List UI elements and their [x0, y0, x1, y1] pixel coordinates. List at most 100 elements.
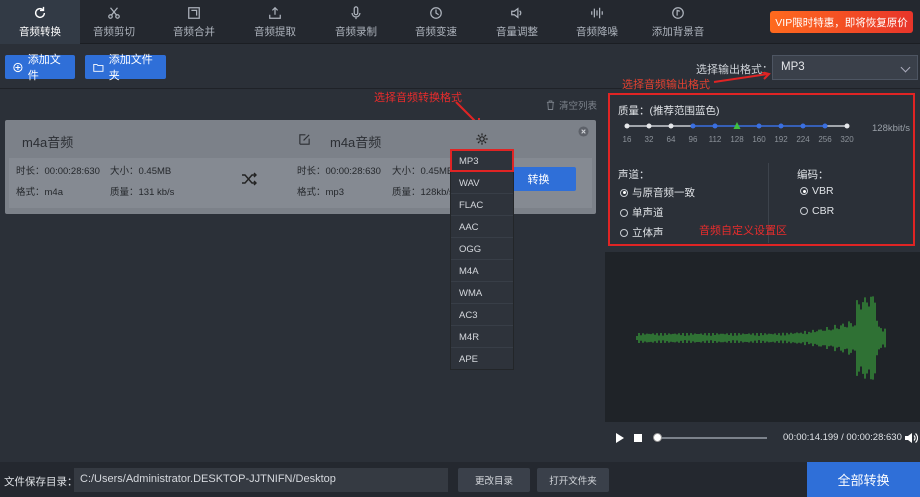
folder-icon	[93, 63, 104, 72]
format-option[interactable]: FLAC	[451, 194, 513, 216]
source-quality: 质量：131 kb/s	[110, 187, 175, 198]
format-option[interactable]: M4R	[451, 326, 513, 348]
player-controls: 00:00:14.199 / 00:00:28:630	[605, 424, 920, 452]
slider-tick-label: 192	[774, 135, 788, 144]
vip-banner[interactable]: VIP限时特惠，即将恢复原价	[770, 11, 913, 33]
channel-option-mono[interactable]: 单声道	[620, 205, 664, 220]
convert-all-button[interactable]: 全部转换	[807, 462, 920, 497]
channel-option-label: 与原音频一致	[632, 187, 695, 199]
format-option[interactable]: M4A	[451, 260, 513, 282]
slider-tick[interactable]	[668, 123, 674, 129]
tab-audio-merge[interactable]: 音频合并	[154, 0, 234, 44]
slider-tick-label: 256	[818, 135, 832, 144]
slider-tick[interactable]	[800, 123, 806, 129]
tab-audio-convert[interactable]: 音频转换	[0, 0, 80, 44]
output-quality: 质量：128kb/s	[392, 187, 454, 198]
tab-label: 音频录制	[335, 25, 377, 38]
close-icon[interactable]	[578, 126, 589, 137]
volume-icon[interactable]	[904, 432, 918, 444]
source-size: 大小：0.45MB	[110, 166, 172, 177]
play-icon[interactable]	[615, 432, 625, 444]
tab-audio-cut[interactable]: 音频剪切	[74, 0, 154, 44]
channel-option-label: 立体声	[632, 227, 664, 239]
tab-label: 音频剪切	[93, 25, 135, 38]
top-nav: 音频转换 音频剪切 音频合并 音频提取 音频录制 音频变速 音量调整 音频降噪 …	[0, 0, 920, 44]
add-folder-label: 添加文件夹	[108, 54, 153, 82]
volume-icon	[511, 6, 522, 19]
annotation-per-file-format: 选择音频转换格式	[374, 92, 462, 104]
slider-tick-label: 320	[840, 135, 854, 144]
tab-label: 添加背景音	[651, 25, 705, 38]
format-option[interactable]: AAC	[451, 216, 513, 238]
slider-tick-label: 224	[796, 135, 810, 144]
radio-icon	[800, 187, 808, 195]
encoding-option-label: VBR	[812, 185, 834, 197]
slider-tick-label: 32	[645, 135, 654, 144]
source-format: 格式：m4a	[16, 187, 63, 198]
source-file-name: m4a音频	[22, 135, 74, 150]
save-dir-label: 文件保存目录：	[4, 476, 78, 488]
output-format: 格式：mp3	[297, 187, 344, 198]
slider-tick-label: 16	[623, 135, 632, 144]
output-file-name: m4a音频	[330, 135, 382, 150]
slider-tick-label: 64	[667, 135, 676, 144]
slider-tick[interactable]	[624, 123, 630, 129]
slider-tick[interactable]	[690, 123, 696, 129]
format-option[interactable]: APE	[451, 348, 513, 370]
add-folder-button[interactable]: 添加文件夹	[85, 54, 166, 82]
change-dir-button[interactable]: 更改目录	[458, 468, 530, 492]
tab-label: 音频变速	[415, 25, 457, 38]
add-file-button[interactable]: 添加文件	[5, 54, 75, 82]
edit-icon[interactable]	[298, 133, 311, 146]
microphone-icon	[351, 5, 361, 19]
plus-circle-icon	[13, 62, 23, 72]
slider-tick[interactable]	[712, 123, 718, 129]
quality-slider[interactable]: 16 32 64 96 112 128 160 192 224 256 320	[620, 118, 860, 148]
slider-tick-label: 160	[752, 135, 766, 144]
format-option[interactable]: WAV	[451, 172, 513, 194]
quality-label: 质量：(推荐范围蓝色)	[618, 105, 720, 117]
tab-audio-extract[interactable]: 音频提取	[235, 0, 315, 44]
seek-track[interactable]	[657, 437, 767, 439]
format-option[interactable]: OGG	[451, 238, 513, 260]
slider-tick[interactable]	[844, 123, 850, 129]
stop-icon[interactable]	[633, 433, 643, 443]
source-duration: 时长：00:00:28:630	[16, 166, 100, 177]
merge-icon	[188, 6, 200, 19]
slider-tick-label: 128	[730, 135, 744, 144]
slider-tick[interactable]	[756, 123, 762, 129]
radio-icon	[620, 208, 628, 217]
tab-audio-speed[interactable]: 音频变速	[396, 0, 476, 44]
channel-option-stereo[interactable]: 立体声	[620, 225, 664, 240]
clear-list-label: 清空列表	[559, 101, 598, 112]
trash-icon	[546, 100, 555, 110]
extract-icon	[269, 6, 281, 19]
clear-list-button[interactable]: 清空列表	[546, 98, 597, 112]
encoding-option-label: CBR	[812, 205, 835, 217]
tab-audio-denoise[interactable]: 音频降噪	[557, 0, 637, 44]
music-note-icon	[672, 6, 684, 19]
open-folder-button[interactable]: 打开文件夹	[537, 468, 609, 492]
slider-tick[interactable]	[822, 123, 828, 129]
format-value: MP3	[781, 61, 805, 73]
encoding-option-cbr[interactable]: CBR	[800, 205, 834, 217]
format-dropdown: MP3 WAV FLAC AAC OGG M4A WMA AC3 M4R APE	[450, 149, 514, 370]
add-file-label: 添加文件	[27, 54, 61, 82]
format-option[interactable]: AC3	[451, 304, 513, 326]
seek-handle[interactable]	[653, 433, 662, 442]
slider-tick[interactable]	[646, 123, 652, 129]
gear-icon[interactable]	[475, 132, 489, 146]
encoding-option-vbr[interactable]: VBR	[800, 185, 834, 197]
save-path-field[interactable]: C:/Users/Administrator.DESKTOP-JJTNIFN/D…	[74, 468, 448, 492]
channel-option-label: 单声道	[632, 207, 664, 219]
tab-audio-record[interactable]: 音频录制	[316, 0, 396, 44]
tab-add-background-music[interactable]: 添加背景音	[638, 0, 718, 44]
output-format-select[interactable]: MP3	[772, 55, 918, 80]
scissors-icon	[108, 6, 120, 19]
tab-label: 音频合并	[173, 25, 215, 38]
quality-value: 128kbit/s	[872, 123, 911, 134]
format-option[interactable]: WMA	[451, 282, 513, 304]
channel-option-original[interactable]: 与原音频一致	[620, 185, 695, 200]
slider-tick[interactable]	[778, 123, 784, 129]
tab-volume-adjust[interactable]: 音量调整	[477, 0, 557, 44]
